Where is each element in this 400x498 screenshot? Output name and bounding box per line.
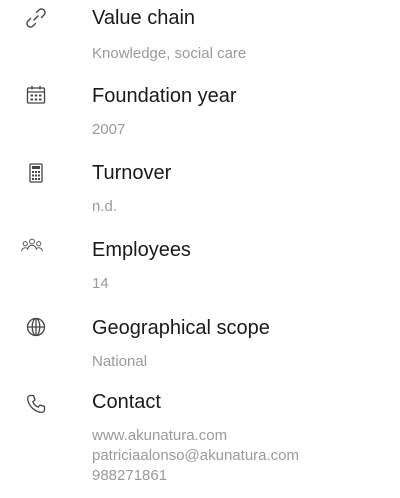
info-value: National	[92, 353, 148, 370]
info-label: Value chain	[92, 7, 196, 29]
contact-phone-link[interactable]: 988271861	[92, 466, 299, 486]
contact-website-link[interactable]: www.akunatura.com	[92, 426, 299, 446]
link-icon	[24, 6, 48, 30]
people-icon	[20, 234, 52, 258]
info-label: Turnover	[92, 162, 172, 184]
info-label: Foundation year	[92, 85, 237, 107]
calendar-icon	[24, 83, 48, 107]
contact-details: www.akunatura.com patriciaalonso@akunatu…	[92, 426, 299, 486]
calculator-icon	[24, 161, 48, 185]
info-label: Contact	[92, 391, 161, 413]
info-value: 14	[92, 275, 109, 292]
info-value: n.d.	[92, 198, 118, 215]
phone-icon	[24, 392, 48, 416]
contact-email-link[interactable]: patriciaalonso@akunatura.com	[92, 446, 299, 466]
globe-icon	[24, 315, 48, 339]
info-value: 2007	[92, 121, 126, 138]
info-label: Employees	[92, 239, 191, 261]
info-value: Knowledge, social care	[92, 45, 247, 62]
info-label: Geographical scope	[92, 317, 270, 339]
